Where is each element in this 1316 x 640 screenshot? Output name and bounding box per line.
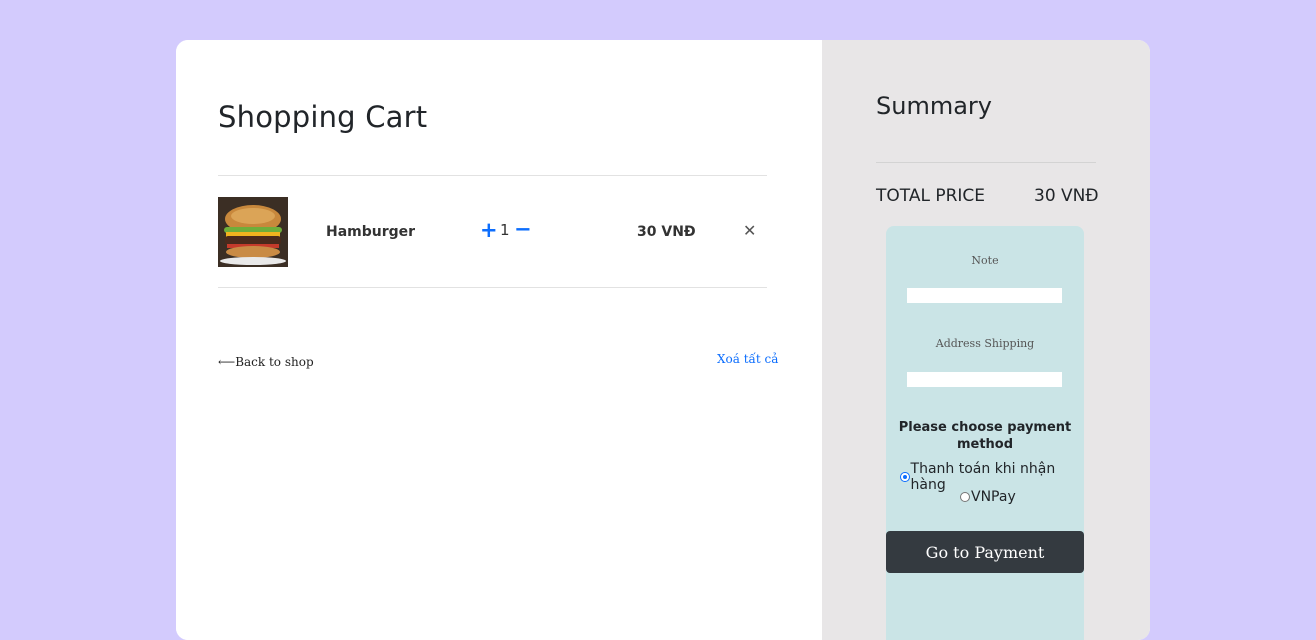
item-price: 30 VNĐ <box>637 224 696 240</box>
increase-quantity-button[interactable]: + <box>480 218 498 242</box>
divider <box>218 287 767 288</box>
total-price-label: TOTAL PRICE <box>876 186 986 206</box>
remove-item-icon[interactable]: ✕ <box>743 221 756 240</box>
divider <box>218 175 767 176</box>
note-input[interactable] <box>907 288 1062 303</box>
hamburger-image <box>218 197 288 267</box>
summary-title: Summary <box>876 92 992 120</box>
go-to-payment-button[interactable]: Go to Payment <box>886 531 1084 573</box>
note-label: Note <box>971 254 999 267</box>
address-input[interactable] <box>907 372 1062 387</box>
divider <box>876 162 1096 163</box>
total-price-value: 30 VNĐ <box>1034 186 1099 206</box>
quantity-value: 1 <box>500 221 510 239</box>
page-title: Shopping Cart <box>218 100 428 134</box>
payment-option-label: VNPay <box>971 489 1016 505</box>
checkout-form: Note Address Shipping Please choose paym… <box>886 226 1084 640</box>
summary-panel: Summary TOTAL PRICE 30 VNĐ Note Address … <box>822 40 1150 640</box>
back-to-shop-link[interactable]: ⟵Back to shop <box>218 355 314 369</box>
payment-option-vnpay[interactable]: VNPay <box>960 489 1016 505</box>
cart-card: Shopping Cart Hamburger + 1 − 30 VNĐ ✕ ⟵… <box>176 40 1150 640</box>
cart-panel: Shopping Cart Hamburger + 1 − 30 VNĐ ✕ ⟵… <box>176 40 822 640</box>
address-label: Address Shipping <box>935 337 1035 350</box>
clear-all-link[interactable]: Xoá tất cả <box>717 352 778 366</box>
radio-checked-icon[interactable] <box>900 472 910 482</box>
payment-method-heading: Please choose payment method <box>898 420 1072 452</box>
radio-unchecked-icon[interactable] <box>960 492 970 502</box>
item-name: Hamburger <box>326 224 416 240</box>
decrease-quantity-button[interactable]: − <box>514 217 532 241</box>
